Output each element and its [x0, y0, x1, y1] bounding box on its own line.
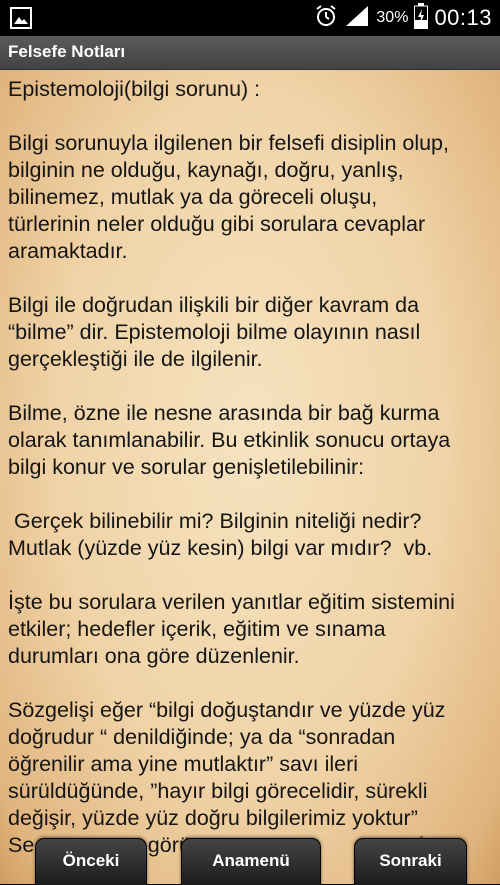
- paragraph: Bilme, özne ile nesne arasında bir bağ k…: [8, 400, 498, 481]
- paragraph: Bilgi sorunuyla ilgilenen bir felsefi di…: [8, 130, 498, 265]
- signal-icon: [344, 4, 370, 32]
- clock: 00:13: [434, 5, 492, 30]
- text-line: Bilgi sorunuyla ilgilenen bir felsefi di…: [8, 131, 449, 155]
- gallery-icon: [10, 7, 32, 33]
- text-line: gerçekleştiği ile de ilgilenir.: [8, 347, 263, 371]
- text-line: bilginin ne olduğu, kaynağı, doğru, yanl…: [8, 158, 404, 182]
- battery-charging-icon: [414, 3, 429, 33]
- text-line: durumları ona göre düzenlenir.: [8, 644, 300, 668]
- text-line: etkiler; hedefler içerik, eğitim ve sına…: [8, 617, 386, 641]
- text-line: olarak tanımlanabilir. Bu etkinlik sonuc…: [8, 428, 451, 452]
- text-line: öğrenilir ama yine mutlaktır” savı ileri: [8, 752, 359, 776]
- note-text: Epistemoloji(bilgi sorunu) : Bilgi sorun…: [8, 76, 498, 884]
- text-line: bilgi konur ve sorular genişletilebilini…: [8, 455, 365, 479]
- main-menu-button[interactable]: Anamenü: [181, 838, 321, 885]
- paragraph: Bilgi ile doğrudan ilişkili bir diğer ka…: [8, 292, 498, 373]
- text-line: değişir, yüzde yüz doğru bilgilerimiz yo…: [8, 806, 418, 830]
- paragraph: Gerçek bilinebilir mi? Bilginin niteliği…: [8, 508, 498, 562]
- app-bar: Felsefe Notları: [0, 36, 500, 70]
- status-bar: 30% 00:13: [0, 0, 500, 36]
- text-line: Gerçek bilinebilir mi? Bilginin niteliği…: [8, 509, 422, 533]
- paragraph: İşte bu sorulara verilen yanıtlar eğitim…: [8, 589, 498, 670]
- note-heading: Epistemoloji(bilgi sorunu) :: [8, 76, 498, 103]
- next-button[interactable]: Sonraki: [354, 838, 467, 885]
- text-line: bilinemez, mutlak ya da göreceli oluşu,: [8, 185, 378, 209]
- text-line: türlerinin neler olduğu gibi sorulara ce…: [8, 212, 426, 236]
- note-content[interactable]: Epistemoloji(bilgi sorunu) : Bilgi sorun…: [0, 70, 500, 884]
- text-line: “bilme” dir. Epistemoloji bilme olayının…: [8, 320, 421, 344]
- text-line: Bilme, özne ile nesne arasında bir bağ k…: [8, 401, 440, 425]
- previous-button[interactable]: Önceki: [35, 838, 147, 885]
- paragraph: Sözgelişi eğer “bilgi doğuştandır ve yüz…: [8, 697, 498, 859]
- text-line: Mutlak (yüzde yüz kesin) bilgi var mıdır…: [8, 536, 433, 560]
- text-line: Epistemoloji(bilgi sorunu) :: [8, 77, 261, 101]
- battery-percent: 30%: [376, 9, 409, 26]
- text-line: aramaktadır.: [8, 239, 128, 263]
- app-title: Felsefe Notları: [8, 42, 126, 61]
- text-line: İşte bu sorulara verilen yanıtlar eğitim…: [8, 590, 455, 614]
- text-line: sürüldüğünde, ”hayır bilgi görecelidir, …: [8, 779, 428, 803]
- text-line: Bilgi ile doğrudan ilişkili bir diğer ka…: [8, 293, 420, 317]
- alarm-icon: [314, 4, 338, 32]
- text-line: doğrudur “ denildiğinde; ya da “sonradan: [8, 725, 396, 749]
- text-line: Sözgelişi eğer “bilgi doğuştandır ve yüz…: [8, 698, 446, 722]
